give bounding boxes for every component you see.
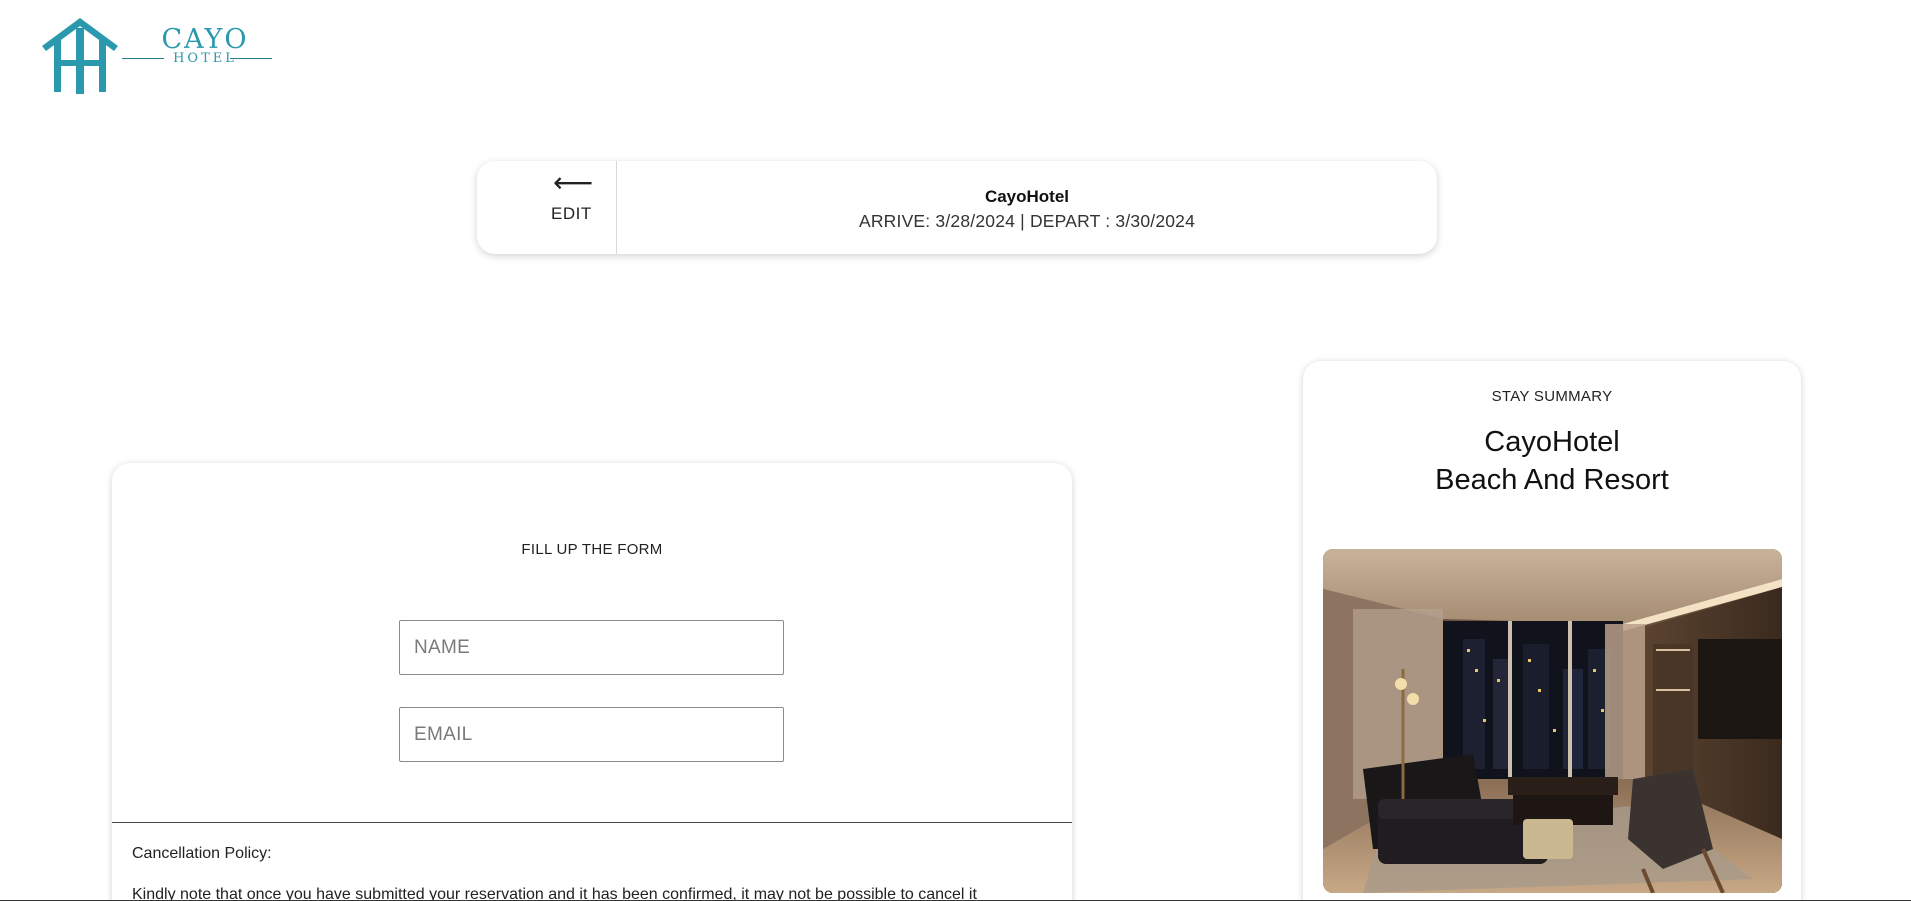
booking-summary-bar: ⟵ EDIT CayoHotel ARRIVE: 3/28/2024 | DEP… — [477, 161, 1437, 254]
house-logo-icon — [42, 18, 118, 94]
stay-summary-card: STAY SUMMARY CayoHotel Beach And Resort — [1303, 361, 1801, 901]
cancellation-policy-title: Cancellation Policy: — [132, 845, 272, 862]
summary-hotel-name: CayoHotel Beach And Resort — [1303, 423, 1801, 499]
edit-label: EDIT — [551, 204, 592, 223]
cancellation-policy-text: Kindly note that once you have submitted… — [132, 886, 977, 901]
summary-hotel-line2: Beach And Resort — [1435, 464, 1669, 496]
stay-summary-label: STAY SUMMARY — [1491, 388, 1613, 405]
edit-button[interactable]: ⟵ EDIT — [477, 161, 617, 254]
hotel-room-image — [1323, 549, 1782, 893]
name-input[interactable] — [399, 620, 784, 675]
logo-wordmark: CAYO — [161, 24, 249, 55]
form-divider — [112, 822, 1072, 823]
left-arrow-icon: ⟵ — [553, 167, 594, 198]
booking-hotel-name: CayoHotel — [984, 187, 1070, 206]
logo-divider-right — [230, 58, 272, 59]
guest-form-card: FILL UP THE FORM Cancellation Policy: Ki… — [112, 463, 1072, 901]
summary-hotel-line1: CayoHotel — [1484, 426, 1620, 458]
email-input[interactable] — [399, 707, 784, 762]
booking-dates: ARRIVE: 3/28/2024 | DEPART : 3/30/2024 — [858, 211, 1196, 231]
hotel-logo[interactable]: CAYO HOTEL — [40, 18, 272, 94]
form-heading: FILL UP THE FORM — [521, 541, 663, 558]
hotel-room-illustration — [1323, 549, 1782, 893]
